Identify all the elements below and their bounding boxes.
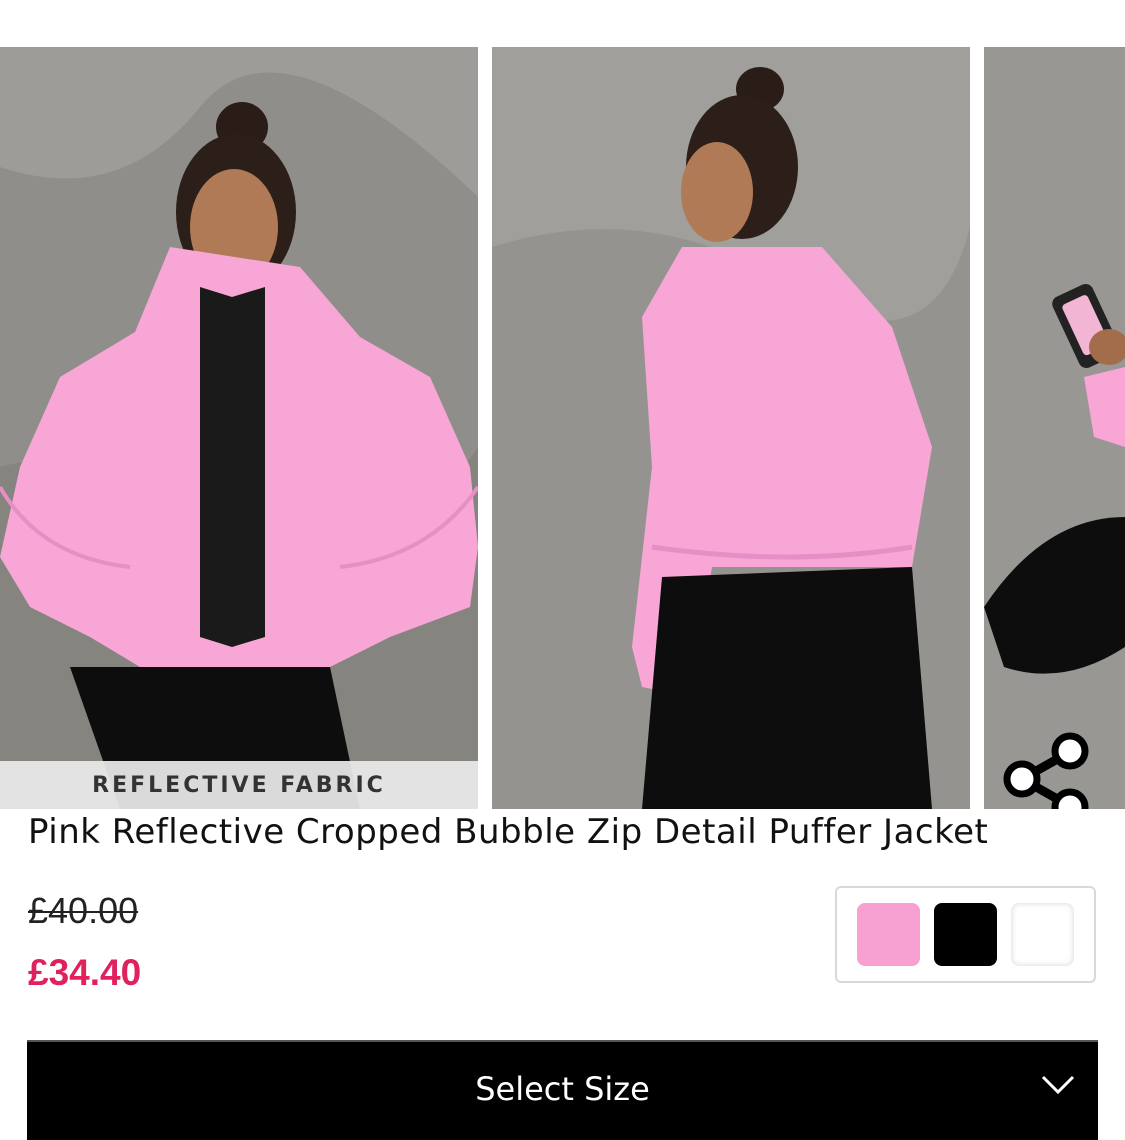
share-button[interactable] (1000, 731, 1092, 809)
color-swatch-group (835, 886, 1096, 983)
product-title: Pink Reflective Cropped Bubble Zip Detai… (28, 812, 989, 852)
color-swatch-black[interactable] (934, 903, 997, 966)
product-image-gallery[interactable]: REFLECTIVE FABRIC (0, 47, 1125, 809)
product-image-side[interactable] (984, 47, 1125, 809)
product-photo-side (984, 47, 1125, 809)
chevron-down-icon (1041, 1075, 1075, 1095)
product-photo-back (492, 47, 970, 809)
sale-price: £34.40 (28, 952, 142, 993)
product-image-back[interactable] (492, 47, 970, 809)
select-size-dropdown[interactable]: Select Size (27, 1040, 1098, 1140)
color-swatch-white[interactable] (1011, 903, 1074, 966)
feature-label: REFLECTIVE FABRIC (0, 761, 478, 809)
share-icon (1003, 732, 1089, 809)
color-swatch-pink[interactable] (857, 903, 920, 966)
original-price: £40.00 (28, 890, 139, 931)
select-size-label: Select Size (475, 1070, 650, 1108)
product-photo-front (0, 47, 478, 809)
product-image-front[interactable] (0, 47, 478, 809)
